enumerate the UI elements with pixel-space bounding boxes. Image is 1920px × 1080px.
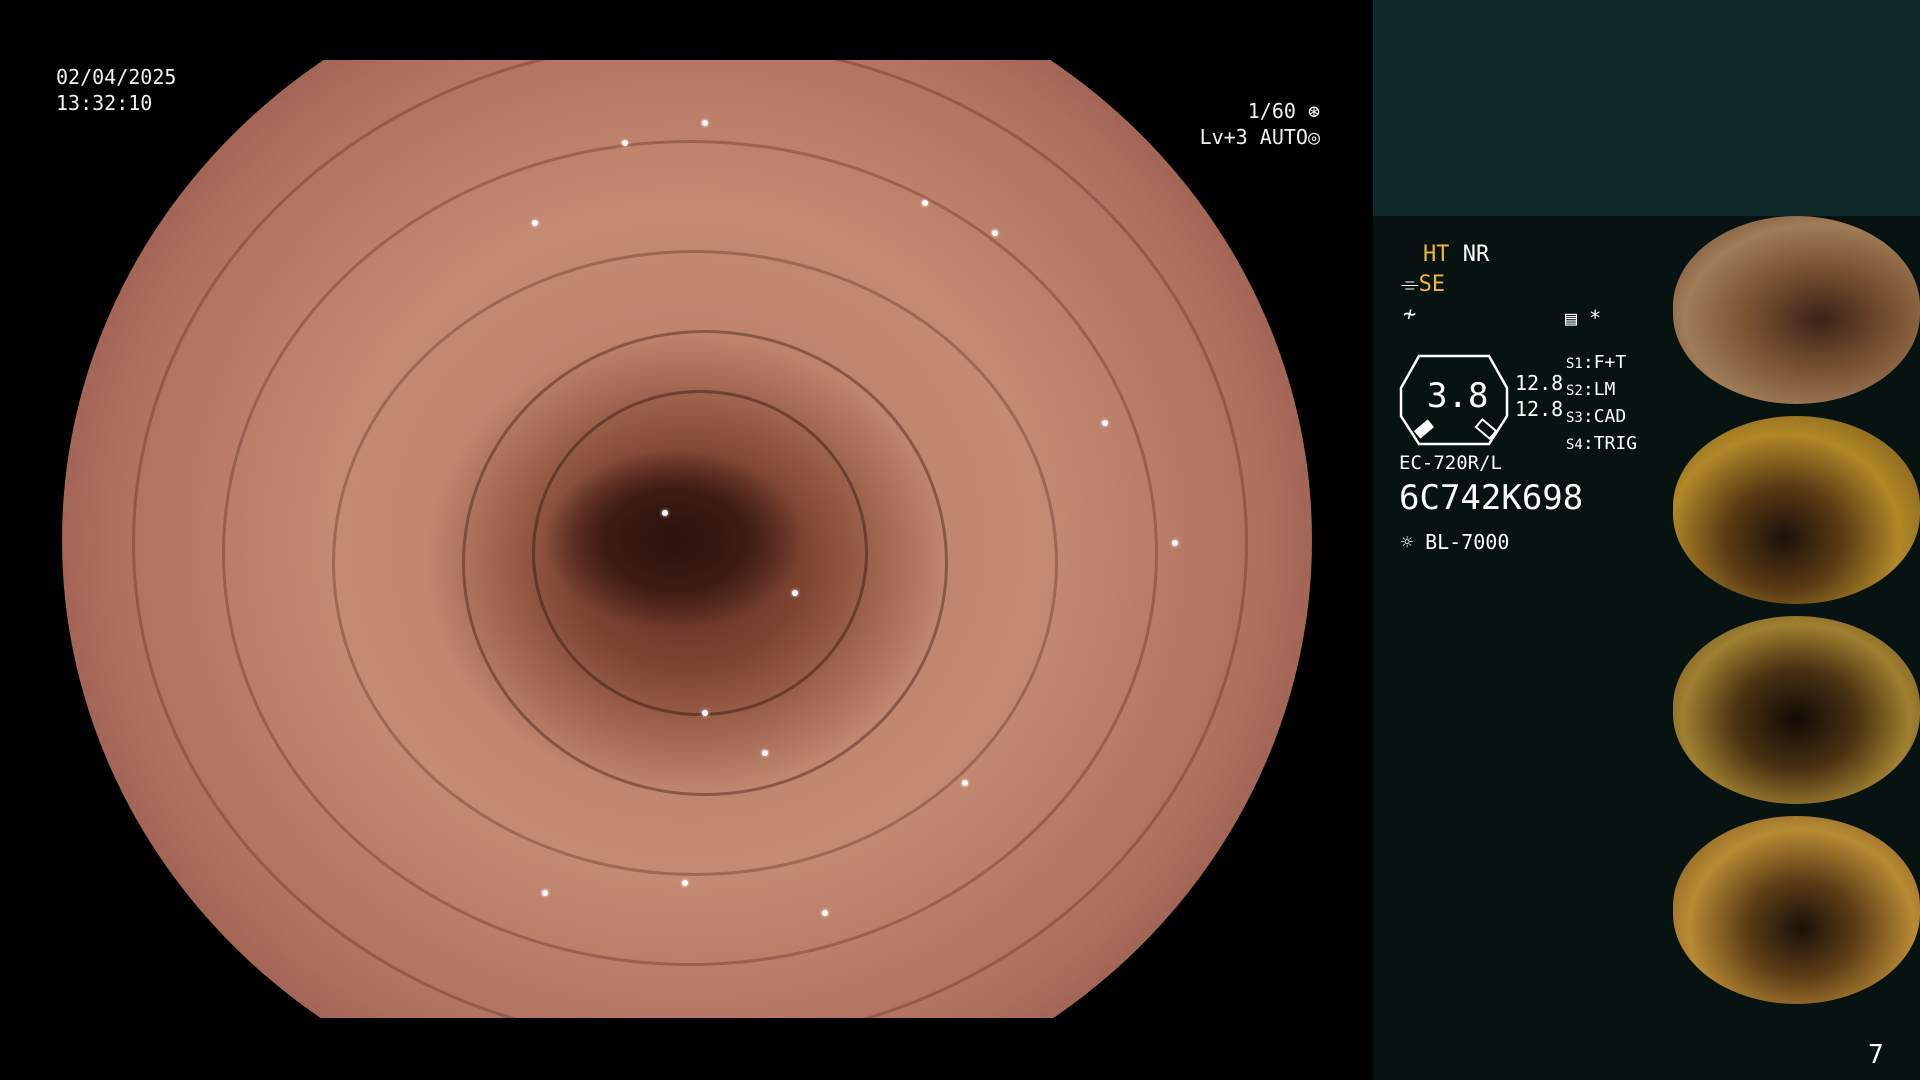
shutter-text: 1/60 [1247,99,1296,123]
switch-item: S2:LM [1566,379,1616,400]
endoscope-image [62,60,1312,1018]
mode-se: SE [1418,272,1446,297]
iris-icon: ◎ [1307,125,1320,149]
switch-item: S4:TRIG [1566,433,1638,454]
value-2: 12.8 [1515,397,1564,421]
scope-model: EC-720R/L [1399,452,1502,474]
switch-list: S1:F+T S2:LM S3:CAD S4:TRIG [1566,350,1637,458]
date-text: 02/04/2025 [56,65,177,89]
asterisk-mark: * [1589,306,1602,330]
switch-item: S3:CAD [1566,406,1627,427]
iris-mode-text: AUTO [1259,125,1308,149]
light-source-text: BL-7000 [1425,530,1510,554]
light-source-icon: ☼ [1401,530,1414,554]
status-panel: HT NR ⌯SE ≁ ▤ * 3.8 12.8 12.8 S1:F+T S2:… [1373,216,1673,1080]
shutter-icon: ⊛ [1307,99,1320,123]
mode-ht: HT [1423,242,1450,267]
exposure-info: 1/60 ⊛ Lv+3 AUTO◎ [1180,98,1320,150]
thumbnail-2[interactable] [1673,416,1920,604]
thumbnail-4[interactable] [1673,816,1920,1004]
value-1: 12.8 [1515,371,1564,395]
switch-item: S1:F+T [1566,352,1627,373]
menu-grid-icon: ▤ [1565,306,1578,330]
thumbnail-1[interactable] [1673,216,1920,404]
time-text: 13:32:10 [56,91,153,115]
enhance-level-text: Lv+3 [1199,125,1248,149]
date-time: 02/04/2025 13:32:10 [56,64,176,116]
thumbnail-strip [1673,216,1920,1080]
scope-serial: 6C742K698 [1399,478,1584,518]
page-number: 7 [1868,1040,1884,1070]
waveform-icon: ≁ [1403,302,1417,327]
endoscope-image-disc [62,60,1312,1018]
panel-header [1373,0,1920,216]
magnification-value: 3.8 [1427,376,1489,416]
signal-icon: ⌯ [1401,272,1419,297]
mode-nr: NR [1462,242,1490,267]
thumbnail-3[interactable] [1673,616,1920,804]
